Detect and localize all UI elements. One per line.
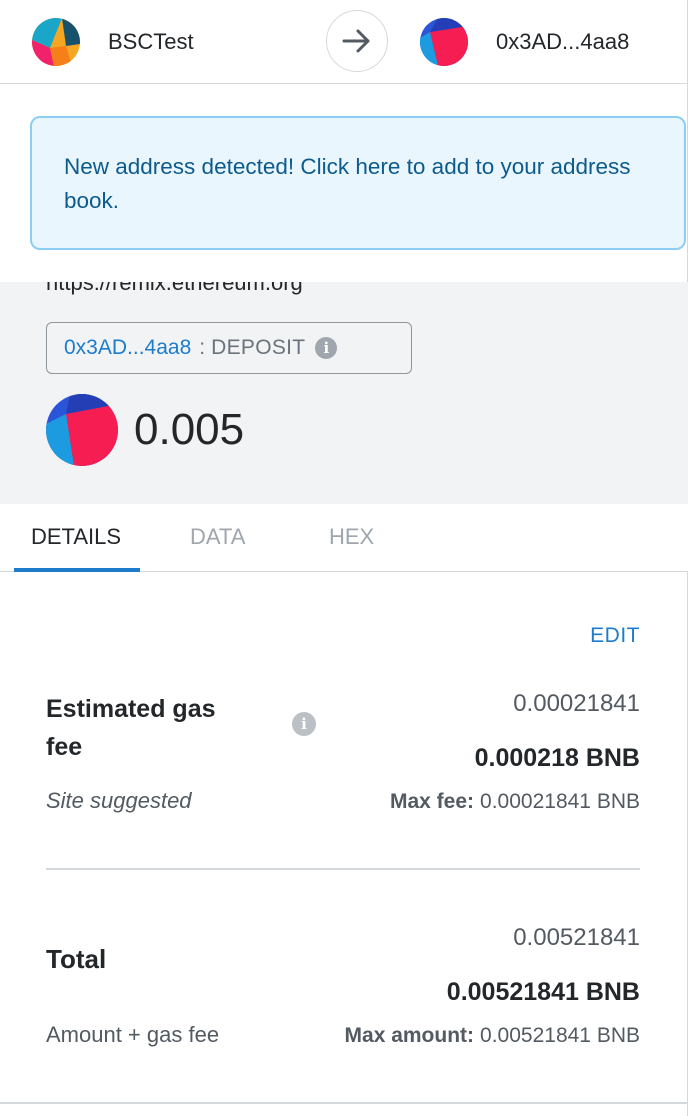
transaction-header: BSCTest 0x3AD...4aa8 [0,0,688,84]
max-amount: Max amount: 0.00521841 BNB [345,1024,640,1048]
method-address[interactable]: 0x3AD...4aa8 [64,336,191,360]
arrow-right-icon [326,10,388,72]
to-account-avatar [420,18,468,66]
transaction-amount: 0.005 [134,405,245,454]
from-account-avatar [32,18,80,66]
bottom-divider [0,1102,688,1104]
tab-details[interactable]: DETAILS [31,524,121,550]
new-address-banner[interactable]: New address detected! Click here to add … [30,116,686,250]
to-account[interactable]: 0x3AD...4aa8 [420,0,629,84]
total-value: 0.00521841 [513,924,640,951]
total-label: Total [46,944,107,974]
edit-gas-button[interactable]: EDIT [590,624,640,648]
gas-fee-value-bnb: 0.000218 BNB [474,744,640,772]
method-pill[interactable]: 0x3AD...4aa8 : DEPOSIT i [46,322,412,374]
tab-bar: DETAILS DATA HEX [0,504,688,572]
gas-fee-value: 0.00021841 [513,690,640,717]
active-tab-indicator [14,568,140,572]
total-sublabel: Amount + gas fee [46,1022,220,1047]
tab-data[interactable]: DATA [190,524,245,550]
divider [46,868,640,870]
origin-url: https://remix.ethereum.org [46,282,303,295]
from-account-name: BSCTest [108,29,194,54]
estimated-gas-label: Estimated gas fee [46,695,216,761]
new-address-banner-text: New address detected! Click here to add … [64,154,631,213]
max-fee-value: 0.00021841 BNB [480,790,640,813]
to-account-address: 0x3AD...4aa8 [496,29,630,54]
method-name: DEPOSIT [211,336,306,359]
max-amount-label: Max amount: [344,1024,475,1047]
amount-avatar [46,394,118,466]
info-icon[interactable]: i [292,712,316,736]
amount-row: 0.005 [46,394,244,466]
max-fee: Max fee: 0.00021841 BNB [390,790,640,814]
max-amount-value: 0.00521841 BNB [480,1024,640,1047]
info-icon[interactable]: i [315,337,338,359]
max-fee-label: Max fee: [390,790,475,813]
from-account[interactable]: BSCTest [32,0,194,84]
method-separator: : [199,336,206,359]
gas-sublabel: Site suggested [46,788,192,813]
total-value-bnb: 0.00521841 BNB [446,978,640,1006]
transaction-summary: https://remix.ethereum.org 0x3AD...4aa8 … [0,282,688,504]
tab-hex[interactable]: HEX [329,524,374,550]
